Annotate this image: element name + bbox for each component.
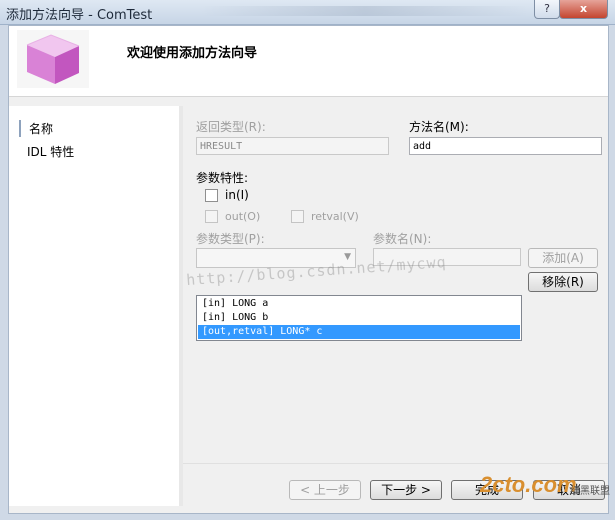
- prev-button[interactable]: < 上一步: [289, 480, 361, 500]
- wizard-nav: 名称 IDL 特性: [9, 106, 179, 506]
- remove-button[interactable]: 移除(R): [528, 272, 598, 292]
- out-label: out(O): [225, 210, 261, 223]
- list-item[interactable]: [in] LONG a: [198, 297, 520, 311]
- in-label: in(I): [225, 188, 249, 202]
- nav-item-name[interactable]: 名称: [19, 120, 53, 137]
- method-name-label: 方法名(M):: [409, 120, 469, 134]
- site-logo-sub: 红黑联盟: [570, 486, 610, 497]
- method-name-field[interactable]: add: [409, 137, 602, 155]
- return-type-label: 返回类型(R):: [196, 120, 266, 134]
- wizard-content: 返回类型(R): HRESULT 方法名(M): add 参数特性: in(I)…: [183, 106, 608, 484]
- add-button[interactable]: 添加(A): [528, 248, 598, 268]
- return-type-field[interactable]: HRESULT: [196, 137, 389, 155]
- header-title: 欢迎使用添加方法向导: [127, 46, 258, 61]
- list-item[interactable]: [out,retval] LONG* c: [198, 325, 520, 339]
- next-button[interactable]: 下一步 >: [370, 480, 442, 500]
- param-type-label: 参数类型(P):: [196, 232, 265, 246]
- out-checkbox[interactable]: [205, 210, 218, 223]
- title-bar: 添加方法向导 - ComTest ? x: [0, 0, 615, 25]
- title-bar-blur: [200, 6, 530, 16]
- nav-item-idl[interactable]: IDL 特性: [27, 143, 74, 160]
- wizard-header: 欢迎使用添加方法向导: [9, 26, 608, 97]
- list-item[interactable]: [in] LONG b: [198, 311, 520, 325]
- param-listbox[interactable]: [in] LONG a [in] LONG b [out,retval] LON…: [196, 295, 522, 341]
- retval-checkbox[interactable]: [291, 210, 304, 223]
- site-logo: 2cto.com: [480, 472, 577, 497]
- close-button[interactable]: x: [559, 0, 608, 19]
- params-attr-label: 参数特性:: [196, 171, 249, 185]
- retval-label: retval(V): [311, 210, 359, 223]
- purple-cube-icon: [17, 30, 89, 88]
- help-button[interactable]: ?: [534, 0, 560, 19]
- window-title: 添加方法向导 - ComTest: [6, 8, 153, 23]
- param-name-label: 参数名(N):: [373, 232, 432, 246]
- in-checkbox[interactable]: [205, 189, 218, 202]
